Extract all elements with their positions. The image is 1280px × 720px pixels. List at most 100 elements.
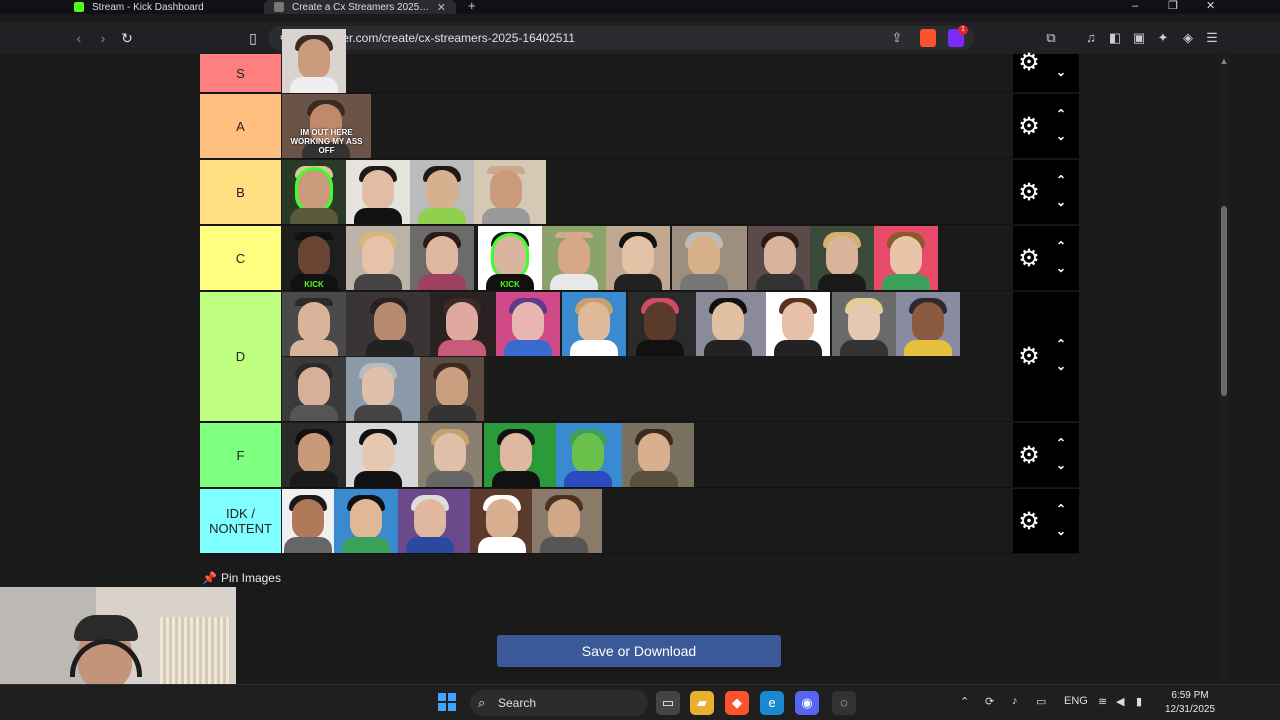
page-scrollbar[interactable] — [1218, 54, 1230, 684]
discord-icon[interactable]: ◉ — [795, 691, 819, 715]
tier-thumbnail[interactable] — [532, 489, 602, 553]
close-tab-icon[interactable]: ✕ — [437, 1, 446, 14]
tier-thumbnail[interactable] — [556, 423, 622, 487]
chevron-up-icon[interactable]: ⌃ — [1053, 240, 1069, 252]
tier-thumbnail[interactable] — [346, 423, 418, 487]
tier-thumbnail[interactable] — [542, 226, 606, 290]
chevron-up-icon[interactable]: ⌃ — [1053, 338, 1069, 350]
file-explorer-icon[interactable]: ▰ — [690, 691, 714, 715]
tier-thumbnail[interactable] — [766, 292, 830, 356]
sidebar-icon[interactable]: ◧ — [1106, 29, 1124, 47]
tier-thumbnail[interactable] — [672, 226, 747, 290]
tier-label[interactable]: B — [200, 160, 281, 224]
chevron-up-icon[interactable]: ⌃ — [1053, 174, 1069, 186]
gear-icon[interactable]: ⚙ — [1016, 246, 1042, 272]
tier-thumbnail[interactable] — [346, 357, 420, 421]
tier-thumbnail[interactable] — [420, 357, 484, 421]
tier-thumbnail[interactable] — [484, 423, 556, 487]
brave-rewards-icon[interactable]: 1 — [948, 25, 968, 47]
back-icon[interactable]: ‹ — [70, 29, 88, 47]
sync-icon[interactable]: ⟳ — [985, 695, 994, 708]
chevron-down-icon[interactable]: ⌄ — [1053, 262, 1069, 274]
chevron-up-icon[interactable]: ⌃ — [1053, 108, 1069, 120]
tier-label[interactable]: D — [200, 292, 281, 421]
tier-thumbnail[interactable] — [896, 292, 960, 356]
tab-kick-dashboard[interactable]: Stream - Kick Dashboard — [64, 0, 262, 14]
menu-icon[interactable]: ☰ — [1203, 29, 1221, 47]
chevron-down-icon[interactable]: ⌄ — [1053, 525, 1069, 537]
power-icon[interactable]: ▮ — [1136, 695, 1142, 708]
vpn-icon[interactable]: ◈ — [1179, 29, 1197, 47]
save-or-download-button[interactable]: Save or Download — [497, 635, 781, 667]
chevron-down-icon[interactable]: ⌄ — [1053, 130, 1069, 142]
share-icon[interactable]: ⇪ — [888, 29, 906, 47]
app-icon[interactable]: ◌ — [832, 691, 856, 715]
windows-start-icon[interactable] — [438, 693, 456, 711]
chevron-up-icon[interactable]: ⌃ — [1053, 437, 1069, 449]
edge-browser-icon[interactable]: e — [760, 691, 784, 715]
volume-icon[interactable]: ◀ — [1116, 695, 1124, 708]
restore-icon[interactable]: ❐ — [1168, 0, 1178, 14]
brave-shields-icon[interactable] — [920, 29, 936, 47]
tier-thumbnail[interactable] — [606, 226, 670, 290]
tray-chevron-up-icon[interactable]: ⌃ — [960, 695, 969, 708]
chevron-down-icon[interactable]: ⌄ — [1053, 360, 1069, 372]
tier-thumbnail[interactable] — [410, 160, 474, 224]
tier-thumbnail[interactable] — [282, 292, 346, 356]
language-indicator[interactable]: ENG — [1064, 695, 1088, 707]
tier-thumbnail[interactable] — [282, 423, 346, 487]
tier-label[interactable]: F — [200, 423, 281, 487]
tier-thumbnail[interactable] — [282, 29, 346, 93]
gear-icon[interactable]: ⚙ — [1016, 50, 1042, 76]
bookmark-icon[interactable]: ▯ — [244, 29, 262, 47]
tier-thumbnail[interactable] — [430, 292, 496, 356]
tier-thumbnail[interactable] — [418, 423, 482, 487]
tier-thumbnail[interactable] — [346, 226, 410, 290]
task-view-icon[interactable]: ▭ — [656, 691, 680, 715]
forward-icon[interactable]: › — [94, 29, 112, 47]
screenshot-icon[interactable]: ⧉ — [1042, 29, 1060, 47]
chevron-down-icon[interactable]: ⌄ — [1053, 196, 1069, 208]
gear-icon[interactable]: ⚙ — [1016, 509, 1042, 535]
tier-thumbnail[interactable]: IM OUT HERE WORKING MY ASS OFF — [282, 94, 371, 158]
taskbar-search[interactable]: ⌕ Search — [470, 690, 648, 716]
pin-images-toggle[interactable]: 📌 Pin Images — [202, 571, 281, 585]
tier-label[interactable]: C — [200, 226, 281, 290]
address-bar[interactable]: ⚙ tiermaker.com/create/cx-streamers-2025… — [268, 26, 974, 50]
reload-icon[interactable]: ↻ — [118, 29, 136, 47]
wifi-icon[interactable]: ≋ — [1098, 695, 1107, 708]
gear-icon[interactable]: ⚙ — [1016, 443, 1042, 469]
brave-browser-icon[interactable]: ◆ — [725, 691, 749, 715]
tab-tiermaker[interactable]: Create a Cx Streamers 2025 Tier L ✕ — [264, 0, 456, 14]
scroll-up-icon[interactable]: ▲ — [1219, 56, 1229, 66]
gear-icon[interactable]: ⚙ — [1016, 180, 1042, 206]
tier-thumbnail[interactable] — [474, 160, 546, 224]
tier-thumbnail[interactable] — [628, 292, 696, 356]
tier-thumbnail[interactable] — [496, 292, 560, 356]
scrollbar-thumb[interactable] — [1221, 206, 1227, 396]
leo-ai-icon[interactable]: ✦ — [1154, 29, 1172, 47]
microphone-icon[interactable]: ♪ — [1012, 695, 1018, 707]
taskbar-clock[interactable]: 6:59 PM 12/31/2025 — [1158, 689, 1222, 717]
tier-thumbnail[interactable] — [810, 226, 874, 290]
tier-thumbnail[interactable] — [346, 160, 410, 224]
media-icon[interactable]: ♫ — [1082, 29, 1100, 47]
tier-thumbnail[interactable] — [346, 292, 430, 356]
tier-thumbnail[interactable] — [562, 292, 626, 356]
tier-thumbnail[interactable] — [832, 292, 896, 356]
new-tab-button[interactable]: + — [468, 0, 476, 14]
tier-thumbnail[interactable] — [398, 489, 470, 553]
chevron-down-icon[interactable]: ⌄ — [1053, 66, 1069, 78]
wallet-icon[interactable]: ▣ — [1130, 29, 1148, 47]
tier-thumbnail[interactable] — [696, 292, 766, 356]
tier-label[interactable]: A — [200, 94, 281, 158]
tier-thumbnail[interactable] — [282, 489, 334, 553]
chevron-down-icon[interactable]: ⌄ — [1053, 459, 1069, 471]
battery-icon[interactable]: ▭ — [1036, 695, 1046, 708]
tier-thumbnail[interactable] — [874, 226, 938, 290]
tier-thumbnail[interactable] — [622, 423, 694, 487]
tier-thumbnail[interactable] — [410, 226, 474, 290]
tier-label[interactable]: IDK / NONTENT — [200, 489, 281, 553]
tier-thumbnail[interactable] — [748, 226, 812, 290]
minimize-icon[interactable]: – — [1132, 0, 1138, 14]
